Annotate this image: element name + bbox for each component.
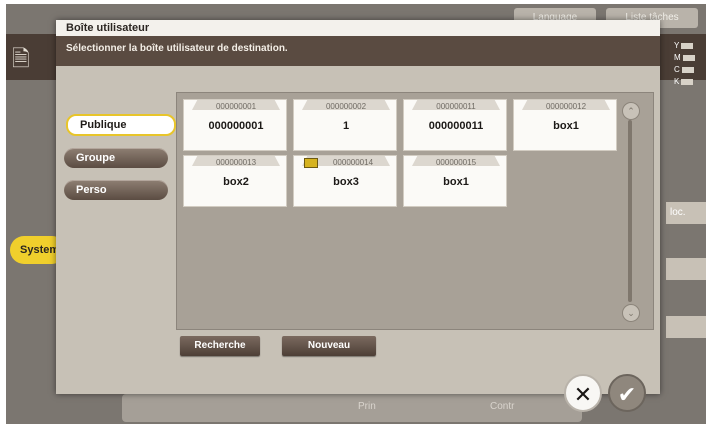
box-number: 000000012	[545, 102, 587, 111]
category-publique[interactable]: Publique	[66, 114, 176, 136]
scrollbar[interactable]	[628, 120, 632, 302]
box-name: box3	[333, 176, 359, 188]
box-tile[interactable]: 000000012 box1	[513, 99, 617, 151]
scroll-down-icon[interactable]: ⌄	[622, 304, 640, 322]
box-tile[interactable]: 000000001 000000001	[183, 99, 287, 151]
box-tile[interactable]: 000000013 box2	[183, 155, 287, 207]
category-groupe[interactable]: Groupe	[64, 148, 168, 168]
box-number: 000000014	[332, 158, 374, 167]
bg-right-button-3[interactable]	[666, 316, 706, 338]
cancel-icon[interactable]: ✕	[564, 374, 602, 412]
box-name: box2	[223, 176, 249, 188]
confirm-icon[interactable]: ✔	[608, 374, 646, 412]
box-number: 000000002	[325, 102, 367, 111]
box-tile[interactable]: 000000015 box1	[403, 155, 507, 207]
box-number: 000000013	[215, 158, 257, 167]
bottom-bar: Prin Contr	[122, 394, 582, 422]
screen: Language Liste tâches 🗎 Y M C K System l…	[6, 4, 706, 424]
document-icon: 🗎	[12, 46, 30, 71]
dialog-subtitle: Sélectionner la boîte utilisateur de des…	[56, 36, 660, 66]
box-tile[interactable]: 000000014 box3	[293, 155, 397, 207]
box-list: 000000001 000000001 000000002 1 00000001…	[176, 92, 654, 330]
box-name: 1	[342, 120, 350, 132]
dialog-title: Boîte utilisateur	[56, 20, 660, 36]
bg-right-button-2[interactable]	[666, 258, 706, 280]
toner-levels: Y M C K	[674, 40, 700, 92]
category-perso[interactable]: Perso	[64, 180, 168, 200]
box-number: 000000011	[436, 102, 476, 111]
user-box-dialog: Boîte utilisateur Sélectionner la boîte …	[56, 20, 660, 394]
bg-right-button[interactable]: loc.	[666, 202, 706, 224]
box-name: 000000011	[428, 120, 484, 132]
box-number: 000000001	[215, 102, 257, 111]
box-name: box1	[553, 120, 579, 132]
search-button[interactable]: Recherche	[180, 336, 260, 356]
box-tile[interactable]: 000000002 1	[293, 99, 397, 151]
box-name: 000000001	[208, 120, 264, 132]
box-number: 000000015	[435, 158, 477, 167]
new-button[interactable]: Nouveau	[282, 336, 376, 356]
box-tile[interactable]: 000000011 000000011	[403, 99, 507, 151]
scroll-up-icon[interactable]: ⌃	[622, 102, 640, 120]
box-name: box1	[443, 176, 469, 188]
